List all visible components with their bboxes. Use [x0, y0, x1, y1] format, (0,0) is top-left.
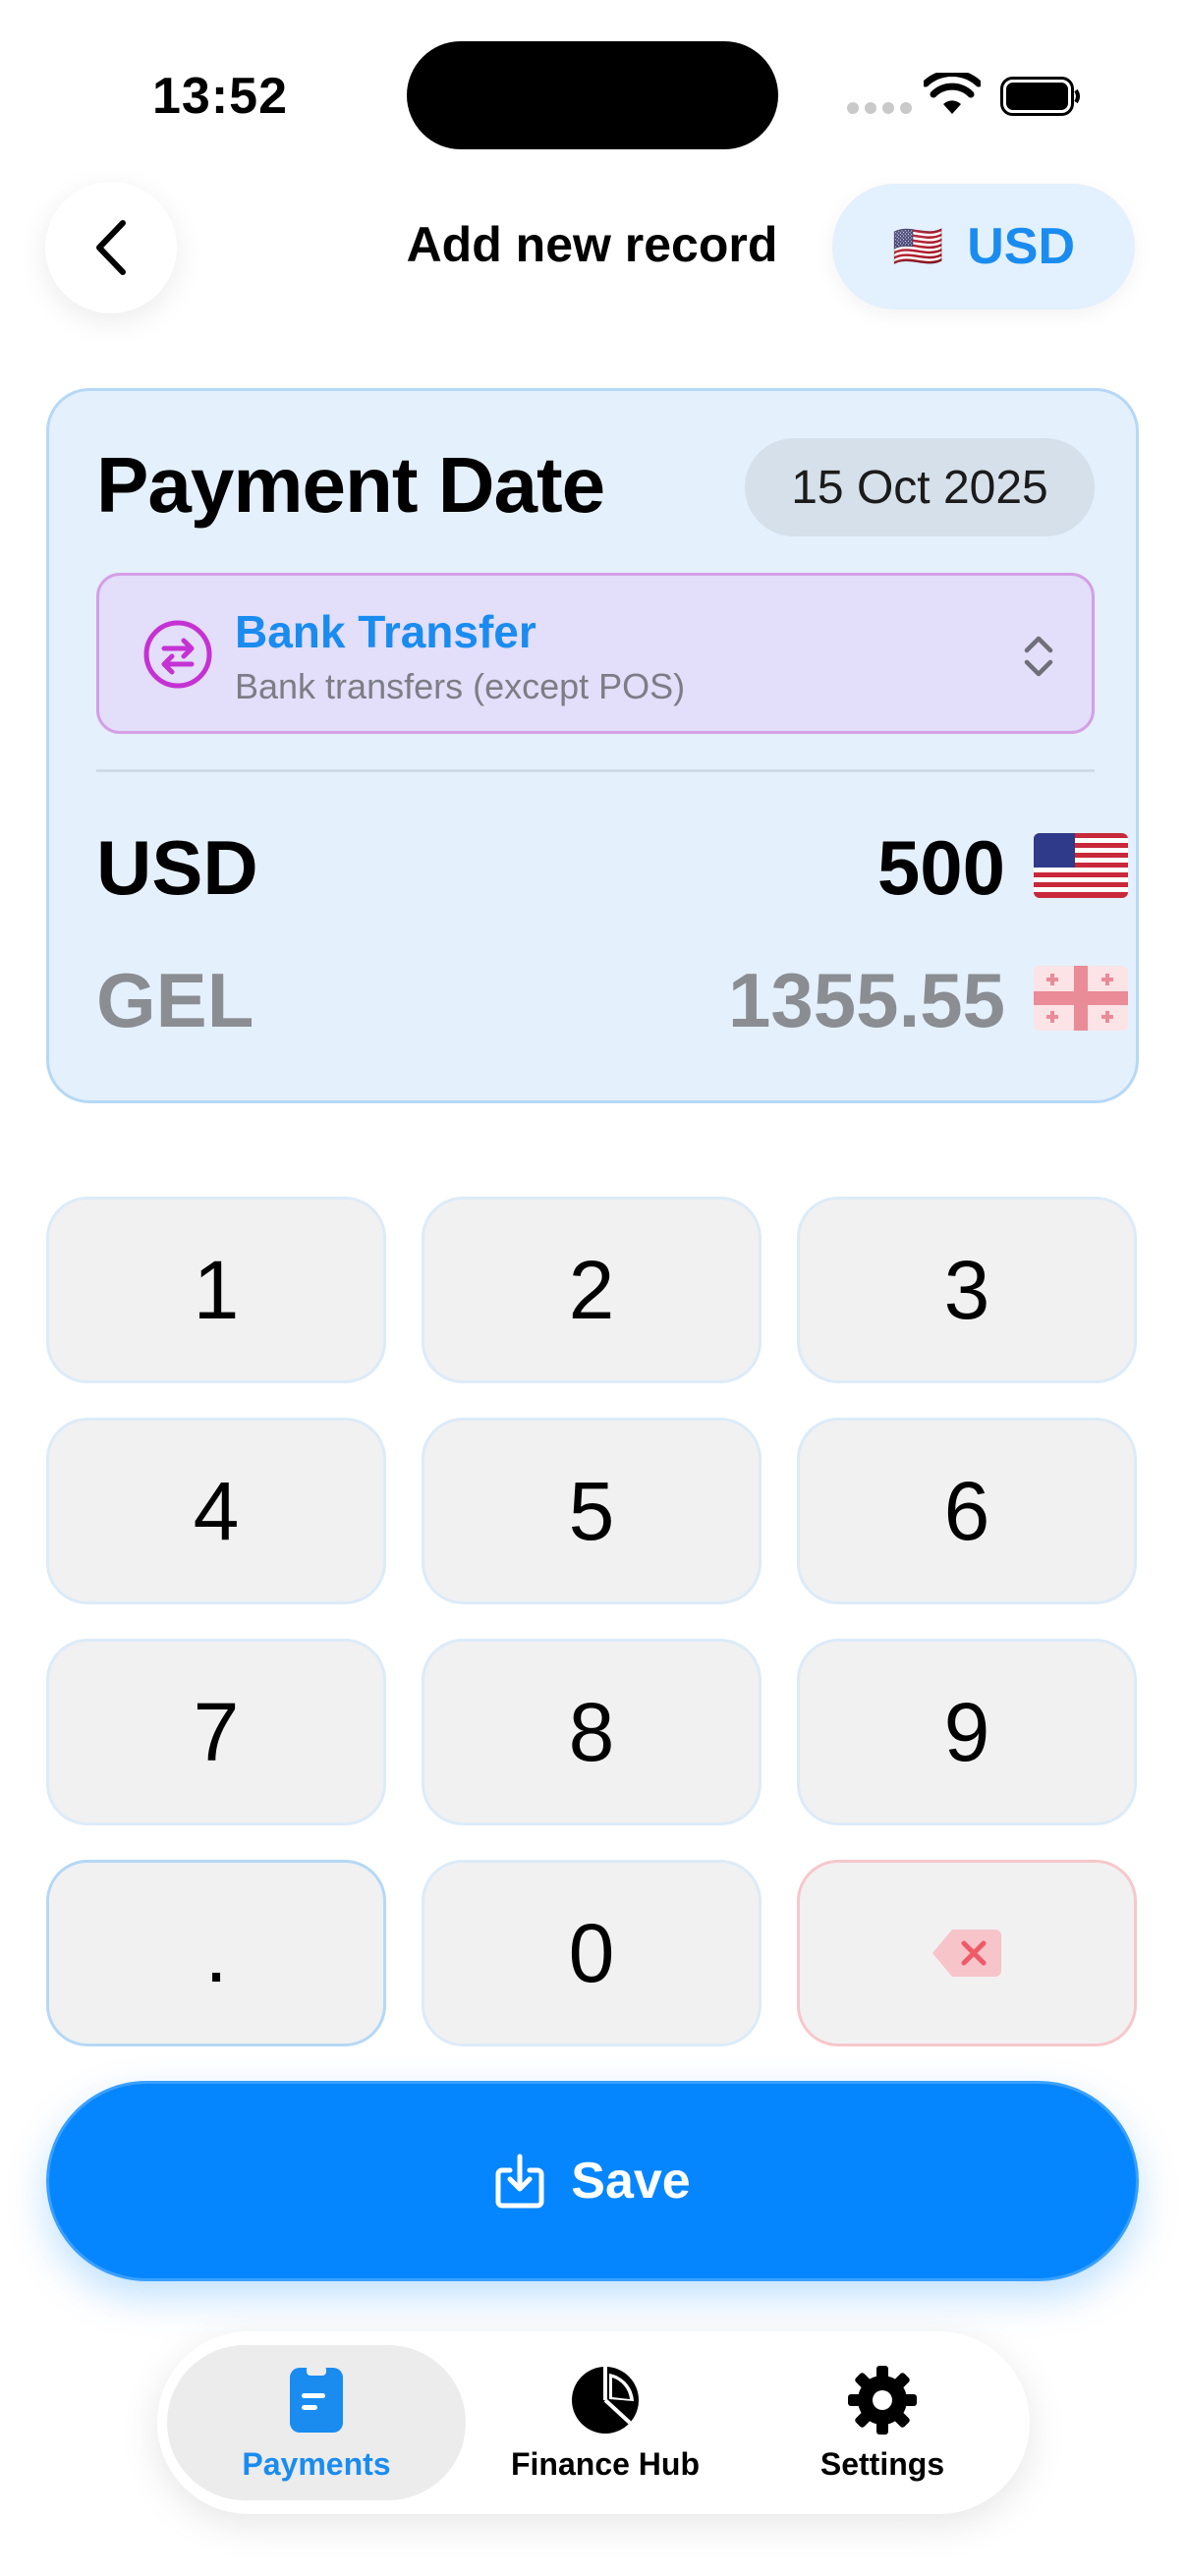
save-label: Save — [571, 2153, 691, 2210]
payment-method-select[interactable]: Bank Transfer Bank transfers (except POS… — [96, 573, 1095, 734]
us-flag-icon: 🇺🇸 — [891, 223, 944, 269]
download-tray-icon — [495, 2154, 544, 2209]
tab-bar: Payments Finance Hub Settings — [157, 2331, 1030, 2514]
converted-amount-row: GEL 1355.55 — [96, 956, 1128, 1054]
key-7[interactable]: 7 — [46, 1639, 386, 1825]
clipboard-icon — [290, 2365, 343, 2433]
georgia-flag-icon — [1034, 966, 1128, 1031]
tab-settings[interactable]: Settings — [747, 2345, 1018, 2500]
currency-code: USD — [967, 218, 1076, 275]
chevron-left-icon — [96, 220, 126, 275]
card-title: Payment Date — [96, 441, 605, 529]
divider — [96, 769, 1095, 772]
tab-label: Finance Hub — [510, 2445, 700, 2482]
payment-method-name: Bank Transfer — [235, 606, 536, 657]
primary-currency-code: USD — [96, 824, 258, 911]
converted-currency-code: GEL — [96, 957, 254, 1043]
tab-payments[interactable]: Payments — [167, 2345, 466, 2500]
back-button[interactable] — [45, 182, 177, 313]
primary-amount-value: 500 — [876, 824, 1005, 911]
wifi-icon — [924, 73, 981, 114]
primary-amount-row: USD 500 — [96, 823, 1128, 922]
payment-method-description: Bank transfers (except POS) — [235, 666, 686, 706]
transfer-arrows-icon — [143, 620, 212, 689]
cellular-signal-icon — [847, 102, 912, 114]
status-time: 13:52 — [152, 68, 288, 125]
us-flag-icon — [1034, 833, 1128, 898]
key-1[interactable]: 1 — [46, 1197, 386, 1383]
status-bar: 13:52 — [0, 0, 1185, 149]
key-9[interactable]: 9 — [797, 1639, 1137, 1825]
key-3[interactable]: 3 — [797, 1197, 1137, 1383]
key-2[interactable]: 2 — [422, 1197, 762, 1383]
key-4[interactable]: 4 — [46, 1418, 386, 1604]
converted-amount-value: 1355.55 — [728, 957, 1005, 1043]
delete-button[interactable] — [797, 1860, 1137, 2046]
key-8[interactable]: 8 — [422, 1639, 762, 1825]
battery-icon — [1000, 77, 1080, 116]
date-picker-button[interactable]: 15 Oct 2025 — [745, 438, 1095, 536]
key-6[interactable]: 6 — [797, 1418, 1137, 1604]
key-0[interactable]: 0 — [422, 1860, 762, 2046]
gear-icon — [848, 2365, 917, 2435]
chevron-up-down-icon — [1024, 636, 1053, 677]
pie-chart-icon — [572, 2366, 639, 2434]
tab-finance-hub[interactable]: Finance Hub — [468, 2345, 743, 2500]
key-decimal[interactable]: . — [46, 1860, 386, 2046]
tab-label: Settings — [819, 2445, 945, 2482]
tab-label: Payments — [242, 2445, 391, 2482]
page-title: Add new record — [406, 217, 778, 272]
key-5[interactable]: 5 — [422, 1418, 762, 1604]
payment-card: Payment Date 15 Oct 2025 Bank Transfer B… — [46, 388, 1139, 1103]
backspace-icon — [932, 1930, 1001, 1977]
currency-selector-button[interactable]: 🇺🇸 USD — [832, 184, 1135, 309]
dynamic-island — [407, 41, 778, 149]
save-button[interactable]: Save — [46, 2081, 1139, 2281]
